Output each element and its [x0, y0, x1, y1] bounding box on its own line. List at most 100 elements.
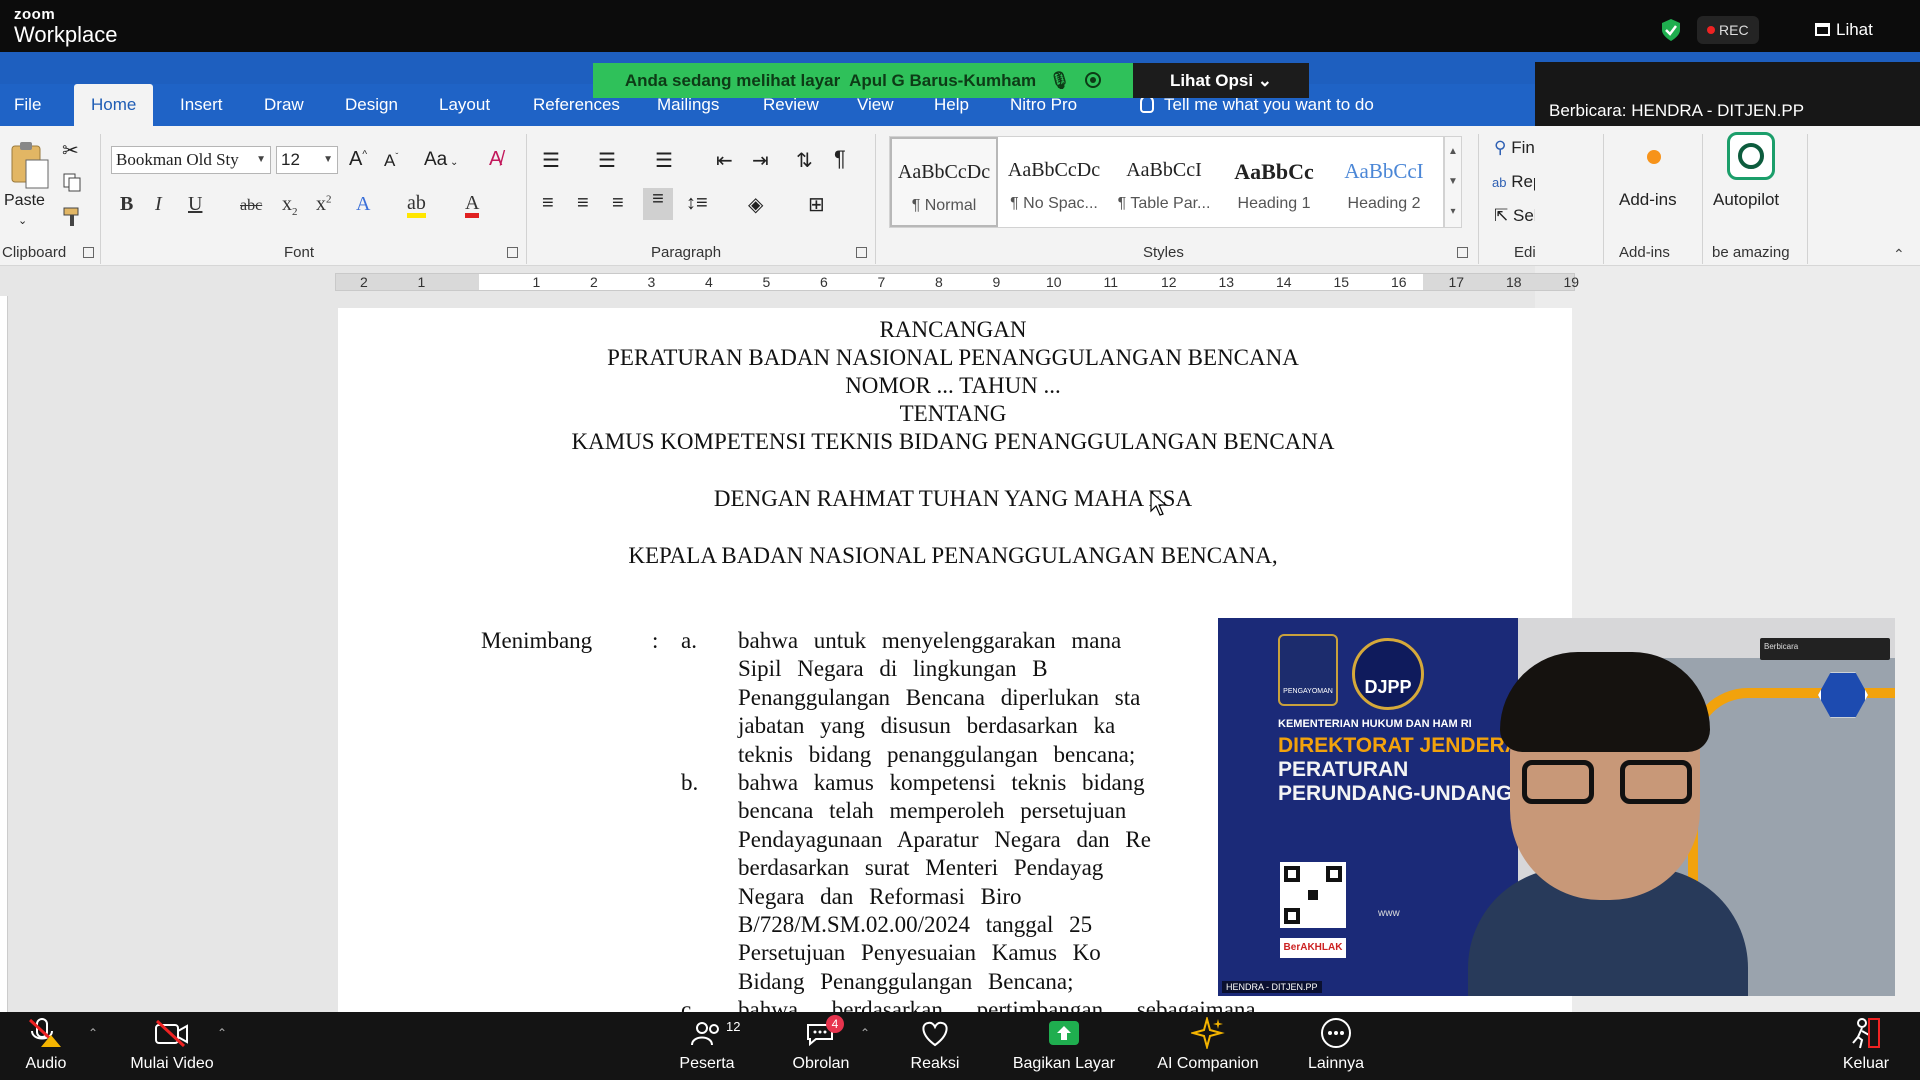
menimbang-colon: :: [652, 628, 659, 653]
italic-icon[interactable]: I: [155, 193, 162, 216]
view-button[interactable]: Lihat: [1815, 16, 1873, 44]
leave-button[interactable]: Keluar: [1834, 1012, 1898, 1080]
strikethrough-icon[interactable]: abc: [240, 197, 262, 215]
paragraph-launcher-icon[interactable]: [856, 247, 867, 258]
copy-icon[interactable]: [62, 172, 82, 192]
reactions-button[interactable]: Reaksi: [900, 1012, 970, 1080]
style-table-paragraph[interactable]: AaBbCcI ¶ Table Par...: [1110, 137, 1218, 227]
increase-indent-icon[interactable]: ⇥: [752, 148, 769, 173]
ministry-label: KEMENTERIAN HUKUM DAN HAM RI: [1278, 718, 1472, 730]
start-video-button[interactable]: Mulai Video: [122, 1012, 222, 1080]
chat-label: Obrolan: [792, 1055, 850, 1072]
ruler-number: 2: [590, 274, 598, 290]
styles-launcher-icon[interactable]: [1457, 247, 1468, 258]
separator: [1478, 134, 1479, 264]
cursor-icon: ⇱: [1494, 206, 1509, 225]
tab-insert[interactable]: Insert: [180, 84, 223, 126]
change-case-button[interactable]: Aa ⌄: [424, 149, 458, 171]
decrease-indent-icon[interactable]: ⇤: [716, 148, 733, 173]
show-formatting-icon[interactable]: ¶: [834, 146, 846, 172]
audio-options-chevron[interactable]: ⌃: [88, 1026, 98, 1040]
highlight-color-icon[interactable]: ab: [407, 193, 426, 218]
add-ins-button[interactable]: Add-ins: [1619, 190, 1677, 210]
speaker-panel: [1535, 62, 1920, 132]
style-heading-2[interactable]: AaBbCcI Heading 2: [1330, 137, 1438, 227]
align-left-icon[interactable]: ≡: [542, 192, 554, 215]
share-screen-label: Bagikan Layar: [1012, 1055, 1116, 1072]
align-center-icon[interactable]: ≡: [577, 192, 589, 215]
sort-icon[interactable]: ⇅: [796, 148, 813, 173]
font-size-box[interactable]: 12 ▼: [276, 146, 338, 174]
line-spacing-icon[interactable]: ↕≡: [686, 192, 708, 215]
paste-icon[interactable]: [8, 140, 50, 190]
recording-indicator[interactable]: REC: [1697, 16, 1759, 44]
screen-share-banner: Anda sedang melihat layar Apul G Barus-K…: [593, 63, 1133, 98]
shrink-font-icon[interactable]: Aˇ: [384, 151, 398, 171]
style-normal[interactable]: AaBbCcDc ¶ Normal: [890, 137, 998, 227]
grow-font-icon[interactable]: A^: [349, 148, 367, 171]
remote-control-icon[interactable]: [1085, 72, 1102, 88]
item-c-marker: c.: [681, 997, 697, 1012]
numbering-icon[interactable]: ☰: [598, 148, 616, 173]
clear-formatting-icon[interactable]: A̸: [489, 148, 502, 171]
chat-button[interactable]: Obrolan: [786, 1012, 856, 1080]
view-options-button[interactable]: Lihat Opsi ⌄: [1133, 63, 1309, 98]
participants-icon: [691, 1022, 719, 1046]
align-right-icon[interactable]: ≡: [612, 192, 624, 215]
video-options-chevron[interactable]: ⌃: [217, 1026, 227, 1040]
separator: [875, 134, 876, 264]
clipboard-launcher-icon[interactable]: [83, 247, 94, 258]
text-effects-icon[interactable]: A: [356, 193, 370, 216]
style-no-spacing[interactable]: AaBbCcDc ¶ No Spac...: [1000, 137, 1108, 227]
pengayoman-logo: PENGAYOMAN: [1278, 634, 1338, 706]
participant-name-tag: HENDRA - DITJEN.PP: [1222, 981, 1322, 993]
security-shield-icon[interactable]: [1660, 18, 1682, 42]
audio-label: Audio: [25, 1055, 67, 1072]
paste-button[interactable]: Paste: [4, 192, 45, 210]
ai-companion-button[interactable]: AI Companion: [1148, 1012, 1268, 1080]
qr-code-icon: [1280, 862, 1346, 928]
cut-icon[interactable]: ✂: [62, 138, 79, 163]
bullets-icon[interactable]: ☰: [542, 148, 560, 173]
tab-design[interactable]: Design: [345, 84, 398, 126]
font-launcher-icon[interactable]: [507, 247, 518, 258]
leave-label: Keluar: [1842, 1055, 1890, 1072]
paste-dropdown[interactable]: ⌄: [18, 214, 27, 227]
tab-draw[interactable]: Draw: [264, 84, 304, 126]
item-c-text: bahwa berdasarkan pertimbangan sebagaima…: [738, 997, 1256, 1012]
audio-button[interactable]: Audio: [14, 1012, 78, 1080]
underline-icon[interactable]: U: [188, 193, 202, 216]
ruler-number: 13: [1218, 274, 1235, 290]
borders-icon[interactable]: ⊞: [808, 192, 825, 217]
style-heading-1[interactable]: AaBbCc Heading 1: [1220, 137, 1328, 227]
font-name-box[interactable]: Bookman Old Sty ▼: [111, 146, 271, 174]
styles-scrollbar[interactable]: ▲ ▼ ▾: [1444, 136, 1462, 228]
style-name: ¶ Table Par...: [1117, 195, 1211, 212]
superscript-icon[interactable]: x2: [316, 193, 332, 216]
chevron-down-icon: ▼: [323, 154, 333, 165]
tab-home[interactable]: Home: [74, 84, 154, 126]
justify-icon[interactable]: ≡: [643, 188, 673, 220]
rec-label: REC: [1719, 22, 1749, 38]
format-painter-icon[interactable]: [62, 206, 84, 228]
document-line: B/728/M.SM.02.00/2024 tanggal 25: [738, 912, 1093, 937]
speaker-video-tile[interactable]: PENGAYOMAN DJPP KEMENTERIAN HUKUM DAN HA…: [1218, 618, 1895, 996]
tab-layout[interactable]: Layout: [439, 84, 490, 126]
shading-icon[interactable]: ◈: [748, 192, 763, 217]
style-name: ¶ No Spac...: [1010, 195, 1098, 212]
subscript-icon[interactable]: x2: [282, 193, 298, 218]
video-off-icon: [155, 1019, 188, 1047]
chevron-down-icon: ▼: [256, 154, 266, 165]
tab-file[interactable]: File: [14, 84, 41, 126]
collapse-ribbon-icon[interactable]: ⌃: [1893, 246, 1905, 263]
zoom-toolbar: Audio ⌃ Mulai Video ⌃ Peserta Obrolan ⌃ …: [0, 1012, 1920, 1080]
horizontal-ruler[interactable]: 2 1 1 2 3 4 5 6 7 8 9 10 11 12 13 14 15 16 17 18 19: [335, 273, 1579, 291]
font-color-icon[interactable]: A: [465, 193, 480, 218]
muted-mic-icon: 🎙: [1048, 71, 1071, 90]
chat-options-chevron[interactable]: ⌃: [860, 1026, 870, 1040]
multilevel-list-icon[interactable]: ☰: [655, 148, 673, 173]
autopilot-button[interactable]: Autopilot: [1713, 190, 1779, 210]
share-screen-button[interactable]: Bagikan Layar: [1004, 1012, 1124, 1080]
more-button[interactable]: Lainnya: [1300, 1012, 1372, 1080]
bold-icon[interactable]: B: [120, 193, 133, 216]
